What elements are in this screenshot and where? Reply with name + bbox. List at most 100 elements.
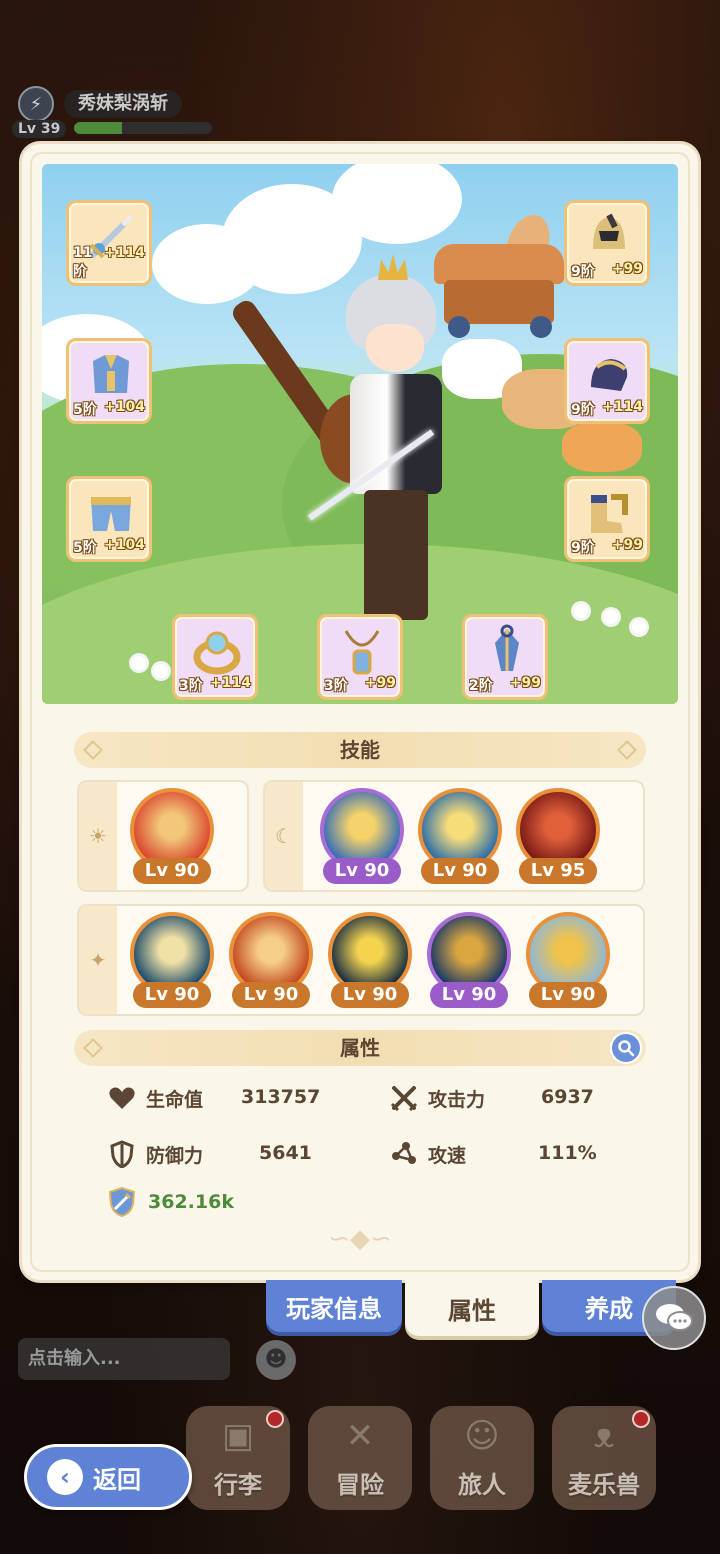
crossed-swords-icon: ✕: [345, 1416, 375, 1456]
necklace-icon: [344, 630, 380, 675]
tab-attributes-label: 属性: [448, 1296, 496, 1325]
combat-power-icon: [106, 1186, 138, 1218]
skill-level: Lv 90: [430, 982, 508, 1008]
notification-dot: [632, 1410, 650, 1428]
back-button[interactable]: ‹ 返回: [24, 1444, 192, 1510]
skill-slot[interactable]: Lv 90: [525, 912, 611, 1008]
gauntlet-icon: [591, 359, 628, 391]
chat-icon: [656, 1304, 693, 1331]
leg-armor-icon: [91, 497, 131, 531]
crossed-swords-icon: [388, 1082, 420, 1114]
skill-slot[interactable]: Lv 90: [129, 912, 215, 1008]
equip-slot-pants[interactable]: 5阶 +104: [66, 476, 152, 562]
player-badge[interactable]: ⚡ 秀妹梨涡斩 Lv 39: [12, 84, 212, 140]
skill-slot[interactable]: Lv 90: [228, 912, 314, 1008]
nav-adventure-label: 冒险: [336, 1471, 384, 1499]
nav-adventure[interactable]: ✕ 冒险: [308, 1406, 412, 1510]
skill-group-star: ✦ Lv 90 Lv 90 Lv 90 Lv 90 Lv 90: [77, 904, 645, 1016]
tab-attributes[interactable]: 属性: [405, 1280, 539, 1336]
character-model[interactable]: [229, 244, 490, 624]
nav-travelers[interactable]: ☺ 旅人: [430, 1406, 534, 1510]
nav-bag-label: 行李: [214, 1471, 262, 1499]
nav-pets-label: 麦乐兽: [568, 1471, 640, 1499]
equip-bonus: +104: [104, 537, 145, 553]
star-icon[interactable]: ✦: [79, 906, 117, 1014]
equip-tier: 5阶: [73, 402, 97, 418]
sun-icon[interactable]: ☀: [79, 782, 117, 890]
equip-slot-necklace[interactable]: 3阶 +99: [317, 614, 403, 700]
nav-bag[interactable]: ▣ 行李: [186, 1406, 290, 1510]
character-detail-dialog: 11阶 +114 5阶 +104 5阶 +104 9阶 +99 9阶 +114 9阶 +99: [22, 144, 698, 1280]
equip-slot-charm[interactable]: 2阶 +99: [462, 614, 548, 700]
skill-level: Lv 90: [232, 982, 310, 1008]
attr-attack: 攻击力: [388, 1082, 485, 1114]
skill-slot[interactable]: Lv 90: [319, 788, 405, 884]
attr-attack-label: 攻击力: [428, 1088, 486, 1111]
equip-tier: 11阶: [73, 245, 93, 280]
traveler-portrait-icon: ☺: [464, 1416, 500, 1456]
emoji-icon[interactable]: ☻: [256, 1340, 296, 1380]
equip-slot-helmet[interactable]: 9阶 +99: [564, 200, 650, 286]
skill-slot[interactable]: Lv 95: [515, 788, 601, 884]
helmet-icon: [593, 213, 625, 249]
cloud: [152, 224, 262, 304]
shield-icon: [106, 1138, 138, 1170]
skill-level: Lv 90: [133, 858, 211, 884]
chest-armor-icon: [93, 355, 129, 393]
skills-header: 技能: [74, 732, 646, 768]
equip-bonus: +104: [104, 399, 145, 415]
tab-player-info-label: 玩家信息: [286, 1294, 382, 1323]
skill-slot[interactable]: Lv 90: [426, 912, 512, 1008]
equip-tier: 3阶: [324, 678, 348, 694]
skill-slot[interactable]: Lv 90: [417, 788, 503, 884]
flower: [132, 656, 146, 670]
nav-travelers-label: 旅人: [458, 1471, 506, 1499]
skill-group-sun: ☀ Lv 90: [77, 780, 249, 892]
moon-icon[interactable]: ☾: [265, 782, 303, 890]
equip-bonus: +99: [611, 261, 643, 277]
attr-defense: 防御力: [106, 1138, 203, 1170]
attr-defense-value: 5641: [259, 1142, 312, 1164]
equip-tier: 9阶: [571, 540, 595, 556]
skill-level: Lv 95: [519, 858, 597, 884]
attribute-detail-search-button[interactable]: [610, 1032, 642, 1064]
equip-tier: 9阶: [571, 264, 595, 280]
ring-icon: [193, 631, 241, 675]
skill-slot[interactable]: Lv 90: [129, 788, 215, 884]
pet-orange: [562, 422, 642, 472]
attributes-title: 属性: [340, 1036, 380, 1060]
flower: [632, 620, 646, 634]
attr-attack-speed-label: 攻速: [428, 1144, 467, 1167]
heart-icon: [106, 1082, 138, 1114]
player-xp-bar: [74, 122, 212, 134]
attr-hp: 生命值: [106, 1082, 203, 1114]
speed-nodes-icon: [388, 1138, 420, 1170]
tab-player-info[interactable]: 玩家信息: [266, 1280, 402, 1332]
magnifier-icon: [618, 1040, 635, 1057]
chat-input[interactable]: 点击输入...: [18, 1338, 230, 1380]
equip-slot-boots[interactable]: 9阶 +99: [564, 476, 650, 562]
attr-attack-speed: 攻速: [388, 1138, 466, 1170]
notification-dot: [266, 1410, 284, 1428]
equip-bonus: +99: [611, 537, 643, 553]
skill-group-moon: ☾ Lv 90 Lv 90 Lv 95: [263, 780, 645, 892]
equip-bonus: +99: [364, 675, 396, 691]
attr-combat-power: 362.16k: [106, 1186, 234, 1218]
player-avatar-icon: ⚡: [18, 86, 54, 122]
skill-slot[interactable]: Lv 90: [327, 912, 413, 1008]
boots-icon: [591, 494, 628, 533]
equip-bonus: +99: [509, 675, 541, 691]
nav-pets[interactable]: ᴥ 麦乐兽: [552, 1406, 656, 1510]
flower: [154, 664, 168, 678]
player-xp-fill: [74, 122, 123, 134]
chat-bubble-button[interactable]: [642, 1286, 706, 1350]
equip-slot-weapon[interactable]: 11阶 +114: [66, 200, 152, 286]
tab-cultivation-label: 养成: [585, 1294, 633, 1323]
equip-slot-gloves[interactable]: 9阶 +114: [564, 338, 650, 424]
skill-level: Lv 90: [331, 982, 409, 1008]
equip-slot-armor[interactable]: 5阶 +104: [66, 338, 152, 424]
combat-power-value: 362.16k: [148, 1191, 234, 1213]
player-level: Lv 39: [12, 120, 67, 138]
equip-slot-ring[interactable]: 3阶 +114: [172, 614, 258, 700]
skill-level: Lv 90: [421, 858, 499, 884]
